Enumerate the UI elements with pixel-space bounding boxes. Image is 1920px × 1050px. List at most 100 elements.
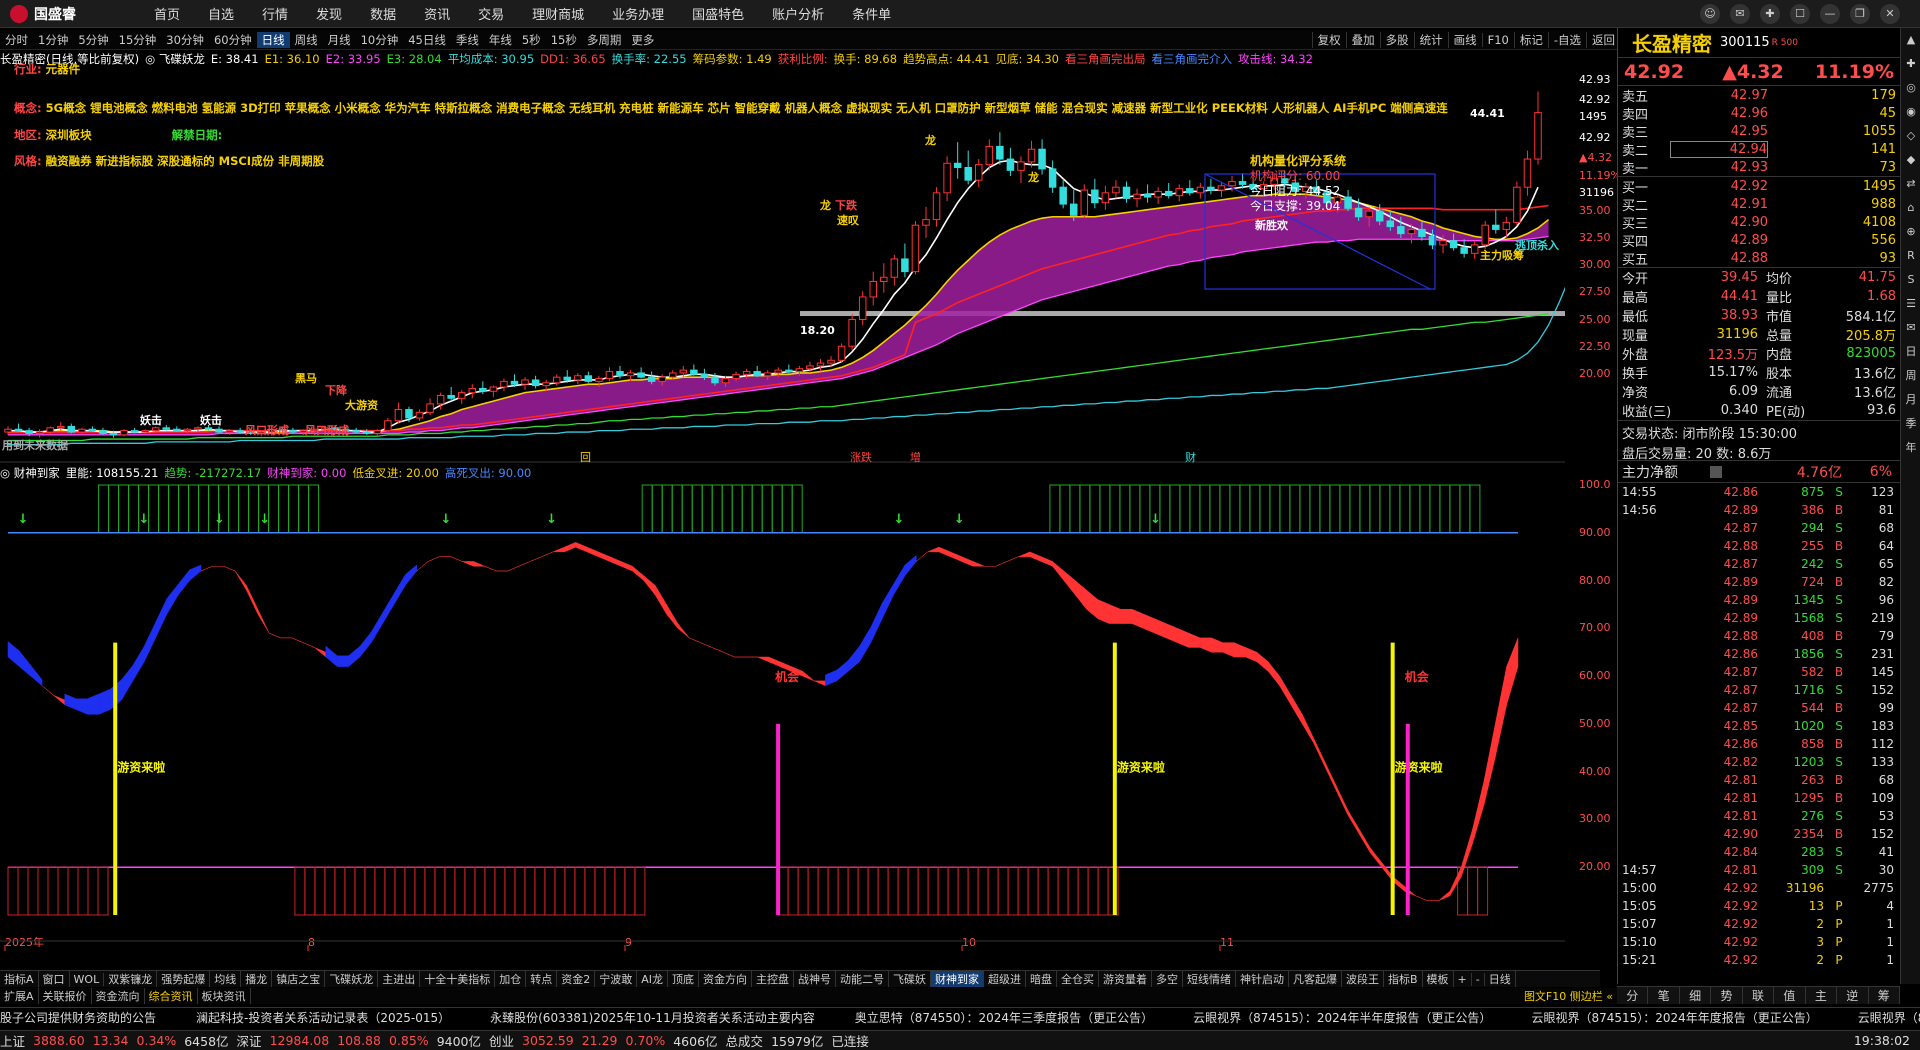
indicator-tab[interactable]: 凡客起爆: [1289, 971, 1342, 987]
window-control-icon[interactable]: ✕: [1880, 4, 1900, 24]
indicator-tab[interactable]: 暗盘: [1026, 971, 1057, 987]
indicator-tab[interactable]: 飞碟妖龙: [325, 971, 379, 987]
bid-row[interactable]: 买四 42.89 556: [1618, 231, 1900, 250]
indicator-tab[interactable]: 飞碟妖: [889, 971, 931, 987]
window-control-icon[interactable]: ✚: [1760, 4, 1780, 24]
period-tab[interactable]: 年线: [484, 32, 517, 48]
indicator-tab[interactable]: 短线情绪: [1183, 971, 1236, 987]
tool-button[interactable]: 复权: [1311, 31, 1346, 48]
sidebar-icon[interactable]: 季: [1901, 412, 1920, 436]
indicator-tab[interactable]: 播龙: [241, 971, 273, 987]
indicator-tab[interactable]: 资金方向: [699, 971, 752, 987]
period-tab[interactable]: 1分钟: [33, 32, 73, 48]
sub-tab[interactable]: 综合资讯: [145, 988, 198, 1004]
quote-tab[interactable]: 势: [1711, 987, 1743, 1004]
news-item[interactable]: 云眼视界（874515: [1858, 1009, 1920, 1026]
news-item[interactable]: 奥立思特（874550）：2024年三季度报告（更正公告）: [855, 1009, 1153, 1026]
nav-item[interactable]: 国盛特色: [678, 4, 758, 23]
f10-sidebar-link[interactable]: 图文F10 侧边栏 «: [1520, 988, 1617, 1004]
indicator-tab[interactable]: 财神到家: [930, 971, 984, 987]
quote-tab[interactable]: 笔: [1648, 987, 1680, 1004]
quote-tab[interactable]: 筹: [1869, 987, 1900, 1004]
period-tab[interactable]: 多周期: [582, 32, 627, 48]
ask-row[interactable]: 卖三 42.95 1055: [1618, 122, 1900, 141]
indicator-tab[interactable]: 十全十美指标: [420, 971, 496, 987]
indicator-tab[interactable]: 指标B: [1384, 971, 1423, 987]
tick-list[interactable]: 14:55 42.86 875 S 123 14:56 42.89 386 B 81 42.87 29…: [1618, 483, 1900, 969]
nav-item[interactable]: 数据: [356, 4, 410, 23]
ask-row[interactable]: 卖四 42.96 45: [1618, 104, 1900, 123]
news-item[interactable]: 永臻股份(603381)2025年10-11月投资者关系活动主要内容: [490, 1009, 815, 1026]
period-tab[interactable]: 5秒: [517, 32, 546, 48]
tool-button[interactable]: 多股: [1379, 31, 1414, 48]
sidebar-icon[interactable]: ✚: [1901, 52, 1920, 76]
indicator-tab[interactable]: 波段王: [1342, 971, 1384, 987]
sidebar-icon[interactable]: ◉: [1901, 100, 1920, 124]
sidebar-icon[interactable]: 年: [1901, 436, 1920, 460]
tool-button[interactable]: -自选: [1547, 31, 1586, 48]
quote-tab[interactable]: 主: [1806, 987, 1838, 1004]
bid-row[interactable]: 买三 42.90 4108: [1618, 213, 1900, 232]
indicator-tab[interactable]: 主控盘: [752, 971, 794, 987]
indicator-tab[interactable]: 加仓: [495, 971, 527, 987]
indicator-tab[interactable]: 均线: [210, 971, 242, 987]
quote-tab[interactable]: 分: [1617, 987, 1649, 1004]
news-item[interactable]: 云眼视界（874515）：2024年年度报告（更正公告）: [1531, 1009, 1817, 1026]
indicator-tab[interactable]: 强势起爆: [157, 971, 211, 987]
nav-item[interactable]: 资讯: [410, 4, 464, 23]
indicator-tab[interactable]: 战神号: [794, 971, 836, 987]
period-tab[interactable]: 60分钟: [209, 32, 257, 48]
tool-button[interactable]: 叠加: [1345, 31, 1380, 48]
period-tab[interactable]: 5分钟: [73, 32, 113, 48]
sidebar-icon[interactable]: ⌂: [1901, 196, 1920, 220]
ask-row[interactable]: 卖二 42.94 141: [1618, 140, 1900, 159]
nav-item[interactable]: 交易: [464, 4, 518, 23]
indicator-tab[interactable]: 多空: [1152, 971, 1183, 987]
tool-button[interactable]: F10: [1481, 32, 1514, 47]
bid-row[interactable]: 买一 42.92 1495: [1618, 177, 1900, 196]
indicator-tab[interactable]: 顶底: [668, 971, 699, 987]
kline-chart[interactable]: 机构量化评分系统机构评分: 60.00今日阻力: 44.52今日支撑: 39.0…: [0, 69, 1565, 463]
sidebar-icon[interactable]: ⇄: [1901, 172, 1920, 196]
news-item[interactable]: 澜起科技-投资者关系活动记录表（2025-015）: [196, 1009, 450, 1026]
quote-tab[interactable]: 联: [1743, 987, 1775, 1004]
period-tab[interactable]: 月线: [323, 32, 356, 48]
sidebar-icon[interactable]: 周: [1901, 364, 1920, 388]
period-tab[interactable]: 30分钟: [161, 32, 209, 48]
indicator-tab[interactable]: 神针启动: [1236, 971, 1289, 987]
indicator-tab[interactable]: 日线: [1485, 971, 1516, 987]
window-control-icon[interactable]: ☺: [1700, 4, 1720, 24]
nav-item[interactable]: 自选: [194, 4, 248, 23]
sidebar-icon[interactable]: ☰: [1901, 292, 1920, 316]
net-toggle-icon[interactable]: [1710, 465, 1722, 478]
sub-tab[interactable]: 资金流向: [92, 988, 145, 1004]
nav-item[interactable]: 发现: [302, 4, 356, 23]
nav-item[interactable]: 账户分析: [758, 4, 838, 23]
indicator-tab[interactable]: 全仓买: [1057, 971, 1099, 987]
sidebar-icon[interactable]: ◎: [1901, 76, 1920, 100]
nav-item[interactable]: 业务办理: [598, 4, 678, 23]
sidebar-icon[interactable]: ▲: [1901, 28, 1920, 52]
period-tab[interactable]: 周线: [290, 32, 323, 48]
indicator-tab[interactable]: 动能二号: [836, 971, 889, 987]
nav-item[interactable]: 首页: [140, 4, 194, 23]
sidebar-icon[interactable]: ⊕: [1901, 220, 1920, 244]
indicator-tab[interactable]: 超级进: [984, 971, 1026, 987]
sidebar-icon[interactable]: 日: [1901, 340, 1920, 364]
sub-tab[interactable]: 板块资讯: [198, 988, 251, 1004]
news-item[interactable]: 股子公司提供财务资助的公告: [0, 1009, 156, 1026]
nav-item[interactable]: 条件单: [838, 4, 905, 23]
window-control-icon[interactable]: —: [1820, 4, 1840, 24]
bid-row[interactable]: 买二 42.91 988: [1618, 195, 1900, 214]
tool-button[interactable]: 统计: [1413, 31, 1448, 48]
period-tab[interactable]: 日线: [256, 31, 290, 48]
indicator-tab[interactable]: AI龙: [637, 971, 668, 987]
sidebar-icon[interactable]: ◇: [1901, 124, 1920, 148]
indicator-tab[interactable]: 游资量着: [1099, 971, 1152, 987]
window-control-icon[interactable]: ✉: [1730, 4, 1750, 24]
sidebar-icon[interactable]: R: [1901, 244, 1920, 268]
nav-item[interactable]: 理财商城: [518, 4, 598, 23]
nav-item[interactable]: 行情: [248, 4, 302, 23]
indicator-tab[interactable]: 转点: [526, 971, 558, 987]
sidebar-icon[interactable]: ✉: [1901, 316, 1920, 340]
